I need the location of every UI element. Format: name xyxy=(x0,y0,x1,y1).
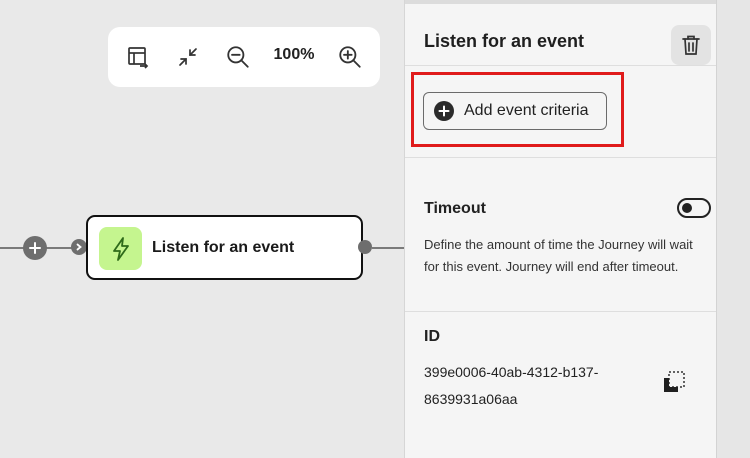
lightning-bolt-icon xyxy=(112,236,129,261)
divider xyxy=(405,65,717,66)
copy-id-button[interactable] xyxy=(659,367,689,397)
zoom-in-button[interactable] xyxy=(336,43,364,71)
delete-button[interactable] xyxy=(671,25,711,65)
id-label: ID xyxy=(424,328,440,345)
panel-top-border xyxy=(405,0,717,4)
output-connector-dot[interactable] xyxy=(358,240,372,254)
timeout-description: Define the amount of time the Journey wi… xyxy=(424,237,693,274)
add-step-button[interactable] xyxy=(23,236,47,260)
switch-layout-icon xyxy=(128,47,149,69)
chevron-right-icon xyxy=(76,243,82,251)
zoom-out-button[interactable] xyxy=(224,43,252,71)
add-event-criteria-button[interactable]: Add event criteria xyxy=(423,92,607,130)
collapse-button[interactable] xyxy=(174,43,202,71)
timeout-toggle[interactable] xyxy=(677,198,711,218)
trash-icon xyxy=(682,35,700,55)
connector-arrow xyxy=(71,239,87,255)
incoming-connector xyxy=(46,247,74,249)
id-value: 399e0006-40ab-4312-b137-8639931a06aa xyxy=(424,364,599,407)
canvas-toolbar: 100% xyxy=(108,27,380,87)
add-circle-icon xyxy=(434,101,454,121)
divider xyxy=(405,157,717,158)
divider xyxy=(405,311,717,312)
node-icon-tile xyxy=(99,227,142,270)
collapse-icon xyxy=(179,48,197,66)
panel-title: Listen for an event xyxy=(424,31,585,51)
journey-node-listen-event[interactable]: Listen for an event xyxy=(86,215,363,280)
outgoing-connector xyxy=(372,247,404,249)
switch-layout-button[interactable] xyxy=(124,43,152,71)
toggle-knob xyxy=(682,203,692,213)
zoom-out-icon xyxy=(227,46,249,68)
zoom-level: 100% xyxy=(273,46,315,63)
plus-icon xyxy=(29,242,41,254)
copy-icon xyxy=(664,371,685,392)
properties-panel: Listen for an event Add event criteria T… xyxy=(404,0,717,458)
zoom-in-icon xyxy=(339,46,361,68)
journey-canvas: 100% Listen for an event xyxy=(0,0,404,458)
right-edge-strip xyxy=(716,0,750,458)
add-event-criteria-label: Add event criteria xyxy=(464,102,589,119)
timeout-label: Timeout xyxy=(424,200,486,217)
node-label: Listen for an event xyxy=(152,239,295,256)
